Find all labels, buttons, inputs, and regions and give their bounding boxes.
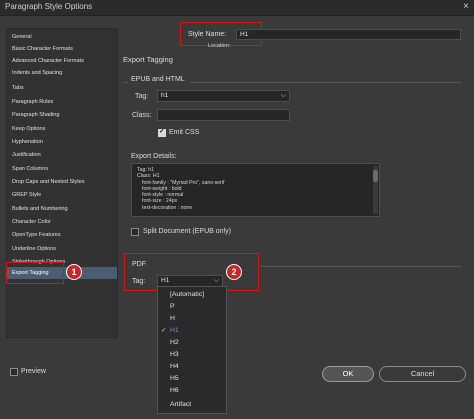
split-document-label: Split Document (EPUB only)	[143, 228, 231, 235]
emit-css-label: Emit CSS	[169, 129, 200, 136]
sidebar-item-opentype-features[interactable]: OpenType Features	[7, 229, 117, 241]
emit-css-checkbox[interactable]	[158, 127, 166, 137]
sidebar-item-character-color[interactable]: Character Color	[7, 216, 117, 228]
pdf-tag-option[interactable]: P	[158, 301, 226, 312]
pdf-tag-option[interactable]: H3	[158, 349, 226, 360]
pdf-tag-dropdown[interactable]: [Automatic] P H ✓ H1 H2 H3 H4 H5 H6 Arti…	[157, 286, 227, 414]
sidebar-item-drop-caps-and-nested-styles[interactable]: Drop Caps and Nested Styles	[7, 176, 117, 188]
title-bar: Paragraph Style Options ×	[0, 0, 474, 16]
pdf-tag-option[interactable]: [Automatic]	[158, 289, 226, 300]
sidebar-item-tabs[interactable]: Tabs	[7, 82, 117, 94]
preview-checkbox[interactable]	[10, 368, 18, 376]
sidebar-item-indents-and-spacing[interactable]: Indents and Spacing	[7, 67, 117, 79]
sidebar-item-basic-character-formats[interactable]: Basic Character Formats	[7, 43, 117, 55]
pdf-tag-option[interactable]: H	[158, 313, 226, 324]
pdf-tag-option[interactable]: H6	[158, 385, 226, 396]
chevron-down-icon: ⌵	[213, 277, 219, 284]
checkmark-icon: ✓	[161, 327, 167, 334]
sidebar-item-span-columns[interactable]: Span Columns	[7, 163, 117, 175]
details-scrollbar[interactable]	[373, 166, 378, 214]
window-title: Paragraph Style Options	[5, 2, 93, 11]
split-document-checkbox[interactable]	[131, 228, 139, 236]
epub-group-label: EPUB and HTML	[131, 76, 185, 83]
export-detail-line: text-decoration : none	[142, 204, 193, 211]
close-icon[interactable]: ×	[463, 1, 469, 12]
group-divider	[260, 266, 462, 267]
location-label: Location:	[208, 43, 231, 49]
callout-badge-1: 1	[66, 264, 82, 280]
style-name-input[interactable]: H1	[236, 29, 461, 40]
ok-button[interactable]: OK	[322, 366, 374, 382]
epub-class-input[interactable]	[157, 109, 290, 121]
sidebar: General Basic Character Formats Advanced…	[6, 28, 118, 338]
epub-tag-select[interactable]: h1 ⌵	[157, 90, 290, 102]
pdf-tag-option-selected[interactable]: ✓ H1	[158, 325, 226, 336]
epub-tag-value: h1	[161, 92, 169, 99]
sidebar-item-paragraph-shading[interactable]: Paragraph Shading	[7, 109, 117, 121]
pdf-tag-option[interactable]: H2	[158, 337, 226, 348]
pdf-tag-option[interactable]: H4	[158, 361, 226, 372]
epub-class-label: Class:	[132, 112, 152, 119]
pdf-tag-value: H1	[161, 277, 170, 284]
cancel-button[interactable]: Cancel	[379, 366, 466, 382]
sidebar-item-underline-options[interactable]: Underline Options	[7, 243, 117, 255]
sidebar-item-keep-options[interactable]: Keep Options	[7, 123, 117, 135]
group-divider	[123, 82, 128, 83]
sidebar-item-grep-style[interactable]: GREP Style	[7, 189, 117, 201]
sidebar-item-advanced-character-formats[interactable]: Advanced Character Formats	[7, 55, 117, 67]
pdf-tag-option[interactable]: H5	[158, 373, 226, 384]
sidebar-item-hyphenation[interactable]: Hyphenation	[7, 136, 117, 148]
chevron-down-icon: ⌵	[280, 92, 286, 99]
pdf-tag-option-label: H1	[170, 327, 179, 334]
epub-tag-label: Tag:	[135, 93, 149, 100]
callout-box-1	[6, 262, 64, 284]
callout-badge-2: 2	[226, 264, 242, 280]
group-divider	[190, 82, 462, 83]
style-name-label: Style Name:	[188, 31, 227, 38]
export-details-label: Export Details:	[131, 153, 177, 160]
sidebar-item-justification[interactable]: Justification	[7, 149, 117, 161]
sidebar-item-bullets-and-numbering[interactable]: Bullets and Numbering	[7, 203, 117, 215]
pdf-group-label: PDF	[132, 261, 146, 268]
export-details-box[interactable]: Tag: h1 Class: H1 font-family : "Myriad …	[131, 163, 380, 217]
sidebar-item-general[interactable]: General	[7, 31, 117, 43]
pdf-tag-option[interactable]: Artifact	[158, 399, 226, 410]
pdf-tag-label: Tag:	[132, 278, 146, 285]
details-scrollbar-thumb[interactable]	[373, 170, 378, 182]
preview-label: Preview	[21, 368, 46, 375]
section-title: Export Tagging	[123, 55, 173, 64]
sidebar-item-paragraph-rules[interactable]: Paragraph Rules	[7, 96, 117, 108]
